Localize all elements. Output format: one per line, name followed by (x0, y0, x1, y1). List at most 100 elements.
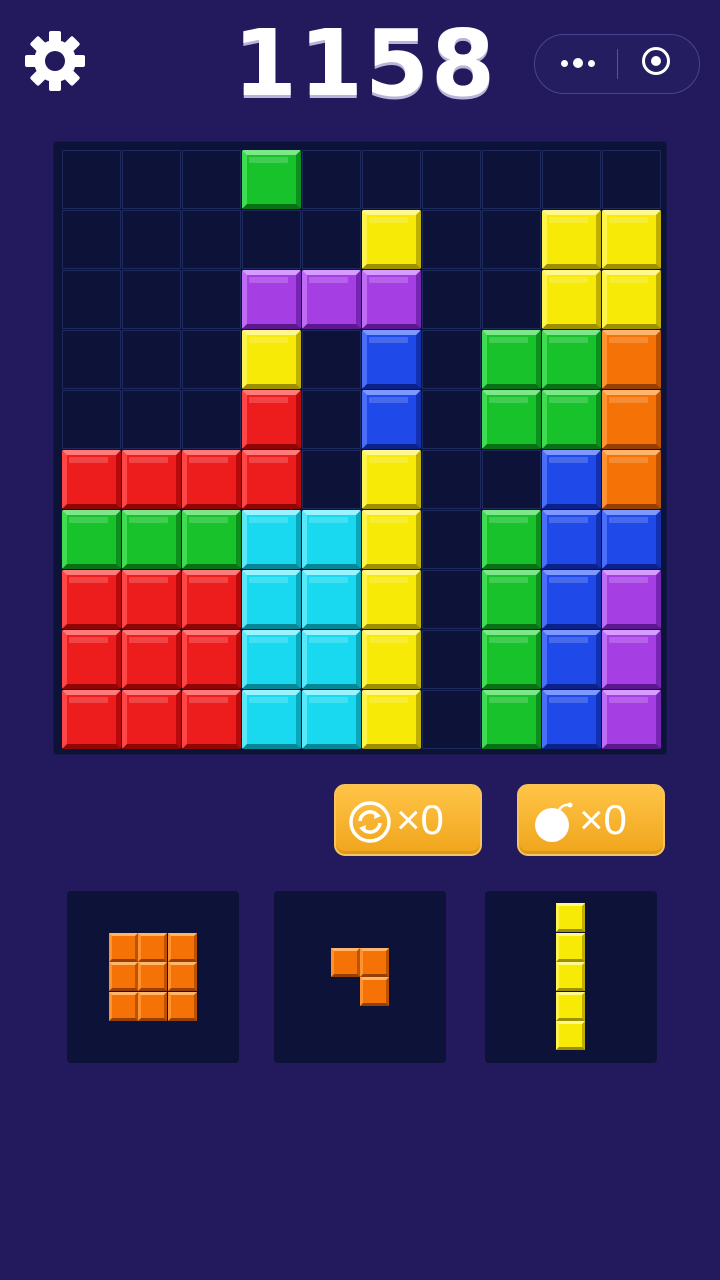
blue-block (362, 390, 421, 449)
game-board[interactable] (54, 142, 666, 754)
settings-button[interactable] (22, 28, 88, 94)
refresh-powerup-button[interactable]: ×0 (334, 784, 482, 856)
red-block (242, 450, 301, 509)
blue-block (542, 570, 601, 629)
more-button[interactable] (535, 35, 617, 92)
orange-block (602, 330, 661, 389)
empty-cell (422, 450, 481, 509)
more-dots-icon (561, 60, 568, 67)
empty-cell (122, 390, 181, 449)
green-block (122, 510, 181, 569)
orange-piece-block (108, 962, 138, 992)
green-block (182, 510, 241, 569)
empty-cell (62, 150, 121, 209)
yellow-piece-block (556, 903, 586, 933)
green-block (482, 690, 541, 749)
capsule-divider (617, 49, 618, 79)
empty-cell (302, 450, 361, 509)
yellow-block (362, 690, 421, 749)
red-block (122, 690, 181, 749)
yellow-block (362, 210, 421, 269)
green-block (482, 330, 541, 389)
yellow-piece-block (556, 1021, 586, 1051)
orange-piece-block (108, 932, 138, 962)
empty-cell (62, 210, 121, 269)
empty-cell (122, 270, 181, 329)
orange-piece-block (167, 932, 197, 962)
yellow-block (542, 270, 601, 329)
empty-cell (482, 450, 541, 509)
empty-cell (422, 330, 481, 389)
yellow-block (362, 510, 421, 569)
empty-cell (122, 330, 181, 389)
orange-piece-block (360, 947, 389, 977)
empty-cell (182, 270, 241, 329)
empty-cell (302, 390, 361, 449)
red-block (62, 630, 121, 689)
close-button[interactable] (619, 35, 699, 92)
yellow-block (602, 270, 661, 329)
empty-cell (482, 150, 541, 209)
empty-cell (62, 270, 121, 329)
purple-block (602, 570, 661, 629)
green-block (482, 570, 541, 629)
orange-piece-block (138, 991, 168, 1021)
piece-tray-2[interactable] (274, 891, 446, 1063)
empty-cell (422, 390, 481, 449)
green-block (482, 630, 541, 689)
yellow-block (602, 210, 661, 269)
empty-cell (422, 270, 481, 329)
yellow-block (362, 450, 421, 509)
piece-tray-3[interactable] (485, 891, 657, 1063)
orange-piece-block (167, 962, 197, 992)
empty-cell (422, 570, 481, 629)
green-block (542, 390, 601, 449)
refresh-count: ×0 (396, 796, 444, 843)
cyan-block (302, 690, 361, 749)
yellow-piece-block (556, 932, 586, 962)
blue-block (542, 690, 601, 749)
green-block (482, 390, 541, 449)
orange-piece-block (108, 991, 138, 1021)
yellow-piece-block (556, 962, 586, 992)
empty-cell (242, 210, 301, 269)
blue-block (542, 510, 601, 569)
empty-cell (482, 210, 541, 269)
blue-block (542, 450, 601, 509)
empty-cell (302, 210, 361, 269)
blue-block (362, 330, 421, 389)
cyan-block (242, 690, 301, 749)
cyan-block (302, 570, 361, 629)
yellow-block (362, 630, 421, 689)
empty-cell (182, 210, 241, 269)
red-block (242, 390, 301, 449)
red-block (182, 690, 241, 749)
red-block (122, 570, 181, 629)
red-block (62, 450, 121, 509)
empty-cell (182, 390, 241, 449)
green-block (242, 150, 301, 209)
empty-cell (182, 150, 241, 209)
empty-cell (422, 510, 481, 569)
yellow-block (542, 210, 601, 269)
empty-cell (422, 690, 481, 749)
more-dots-icon-dot (573, 58, 583, 68)
bomb-powerup-button[interactable]: ×0 (517, 784, 665, 856)
empty-cell (302, 330, 361, 389)
gear-icon (25, 31, 85, 91)
orange-piece-block (360, 977, 389, 1006)
menu-capsule (534, 34, 700, 94)
red-block (182, 630, 241, 689)
orange-block (602, 390, 661, 449)
empty-cell (302, 150, 361, 209)
red-block (122, 630, 181, 689)
empty-cell (422, 210, 481, 269)
piece-tray-1[interactable] (67, 891, 239, 1063)
red-block (62, 690, 121, 749)
green-block (542, 330, 601, 389)
cyan-block (242, 630, 301, 689)
empty-cell (62, 330, 121, 389)
blue-block (542, 630, 601, 689)
yellow-block (242, 330, 301, 389)
empty-cell (602, 150, 661, 209)
